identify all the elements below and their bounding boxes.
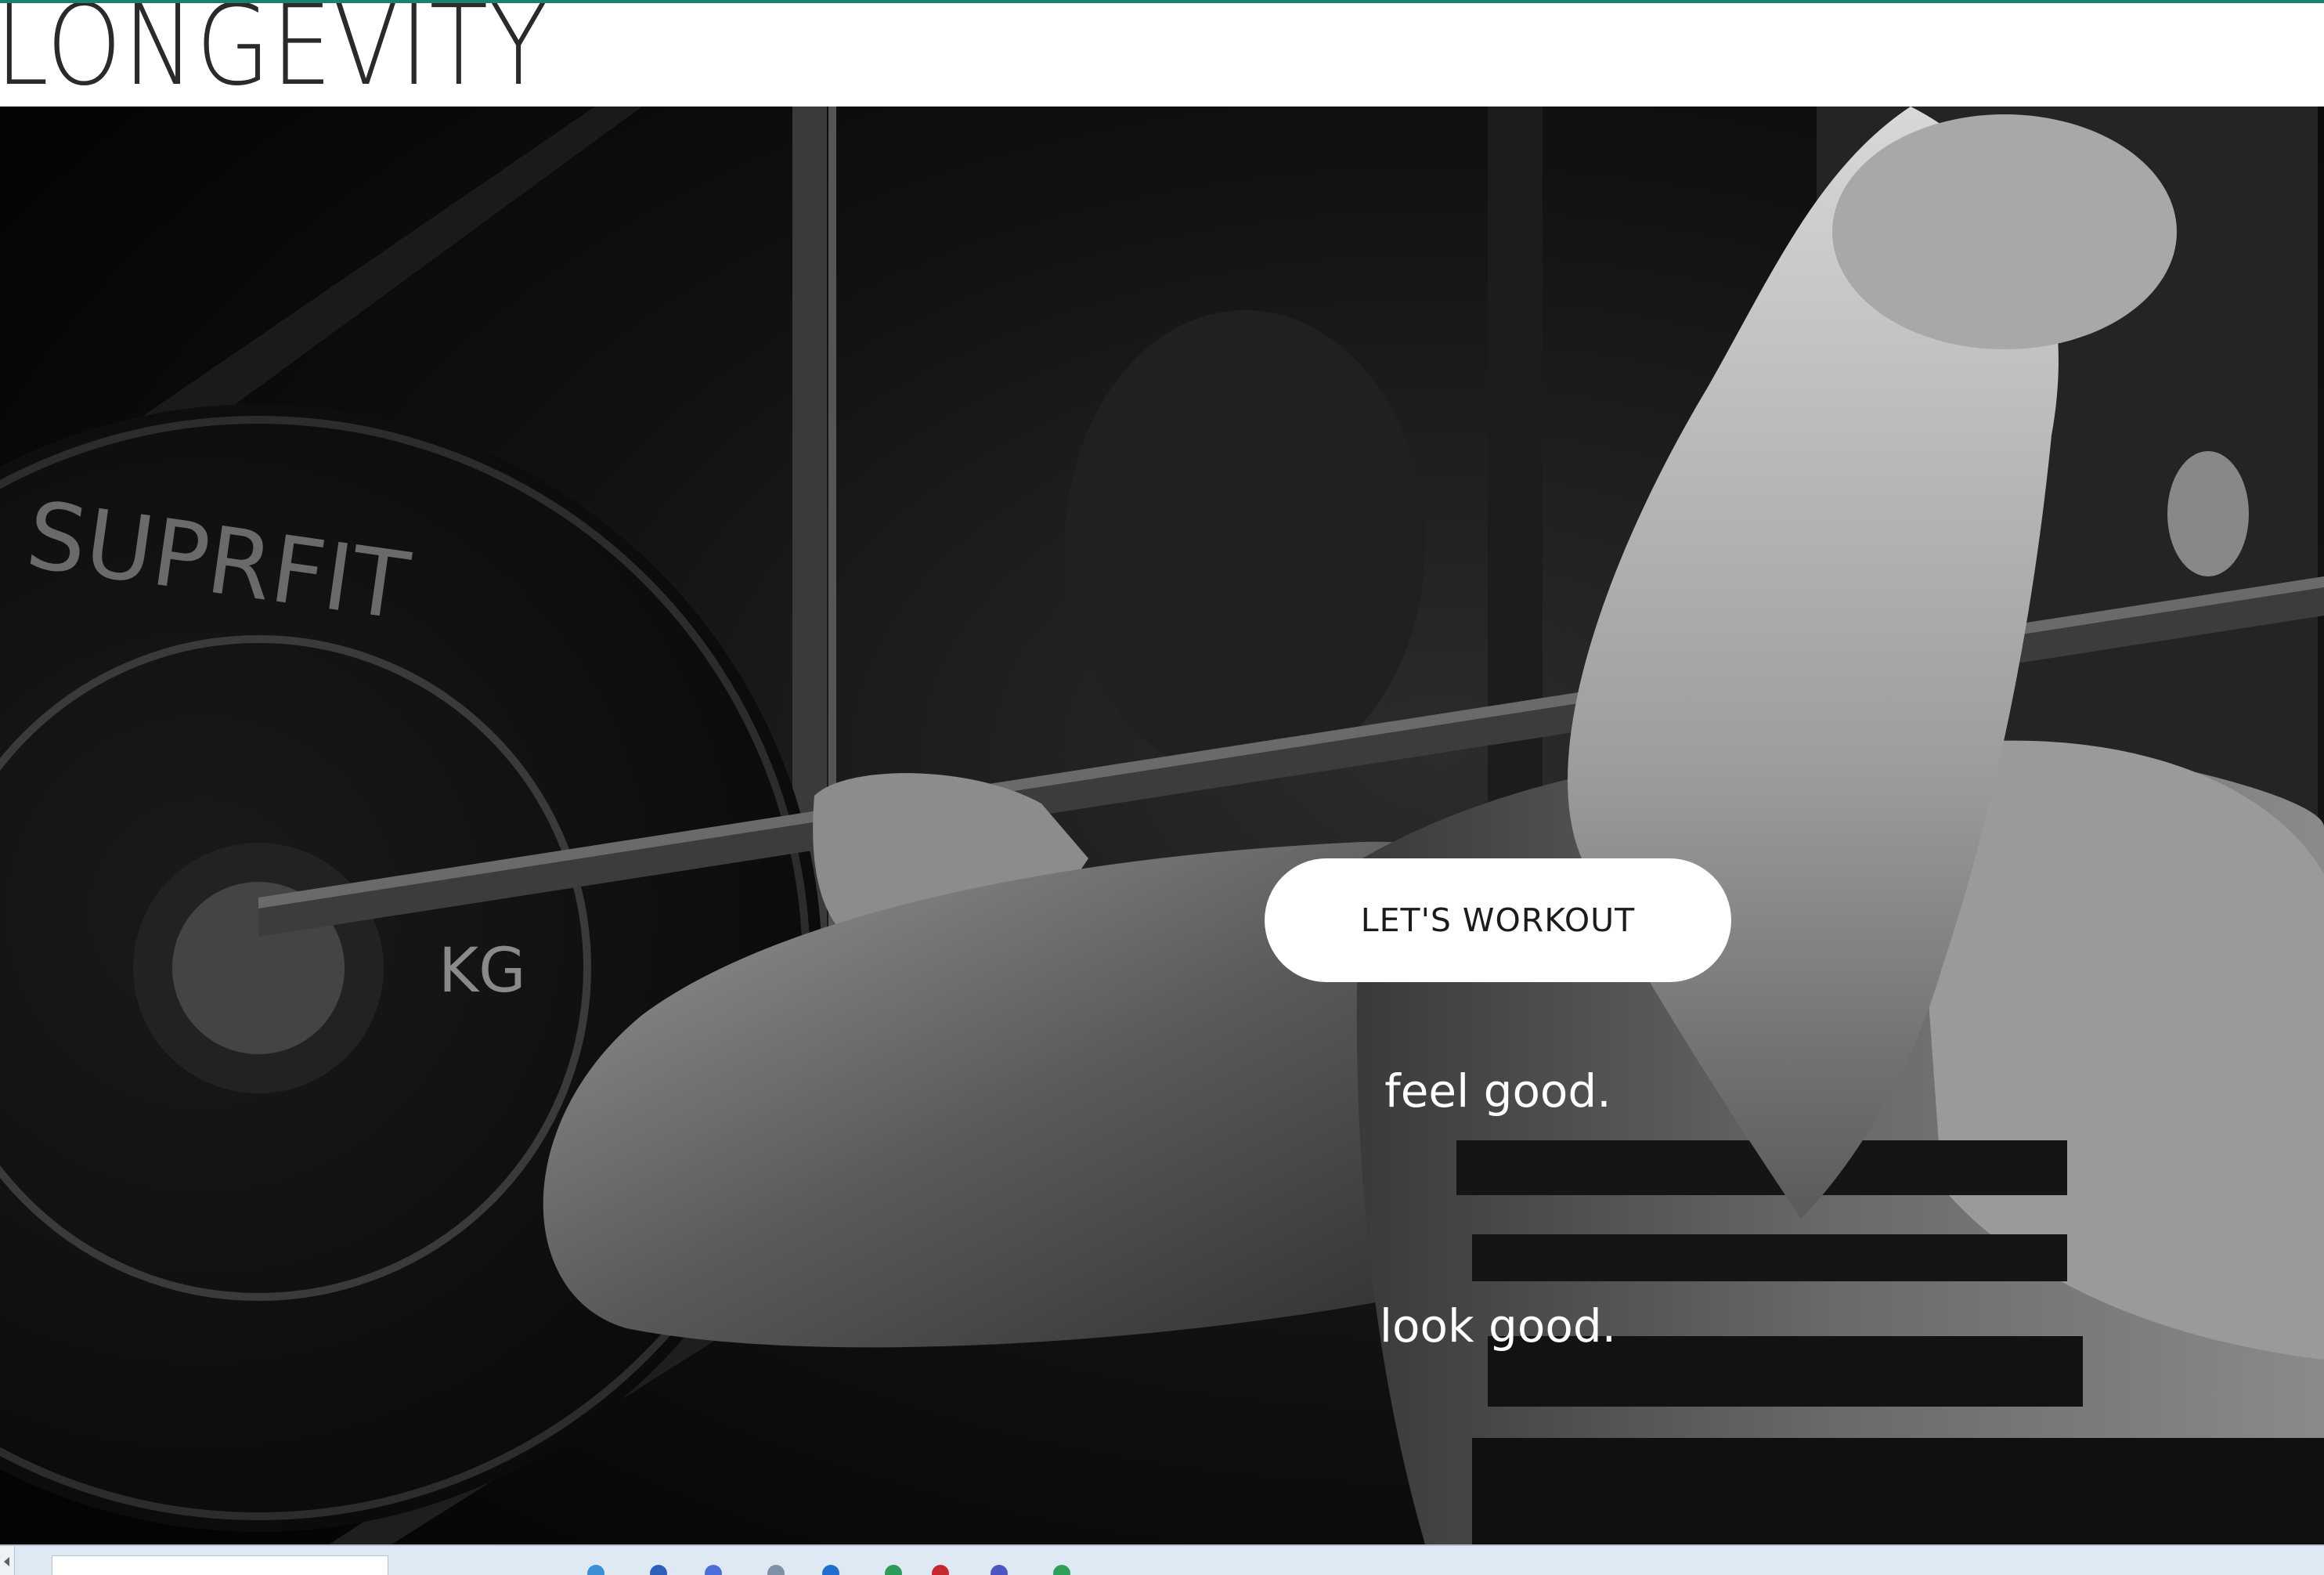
app-icon[interactable] — [991, 1565, 1008, 1575]
brand-logo[interactable]: LONGEVITY — [0, 3, 549, 102]
scroll-left-icon[interactable] — [0, 1546, 15, 1575]
app-icon[interactable] — [767, 1565, 785, 1575]
app-icon[interactable] — [650, 1565, 667, 1575]
app-icon[interactable] — [1053, 1565, 1070, 1575]
plate-unit-text: KG — [438, 936, 526, 1006]
site-header: LONGEVITY — [0, 3, 2324, 107]
hero-section: SUPRFIT KG LET'S WORKOUT feel good. look… — [0, 107, 2324, 1544]
tagline-look-good: look good. — [1379, 1299, 1617, 1353]
app-icon[interactable] — [705, 1565, 722, 1575]
app-icon[interactable] — [822, 1565, 839, 1575]
lets-workout-button[interactable]: LET'S WORKOUT — [1265, 858, 1731, 982]
app-icon[interactable] — [885, 1565, 902, 1575]
app-icon[interactable] — [932, 1565, 949, 1575]
tagline-feel-good: feel good. — [1384, 1064, 1611, 1118]
app-icon[interactable] — [587, 1565, 604, 1575]
os-taskbar — [0, 1544, 2324, 1575]
taskbar-window-thumbnail[interactable] — [52, 1555, 388, 1575]
